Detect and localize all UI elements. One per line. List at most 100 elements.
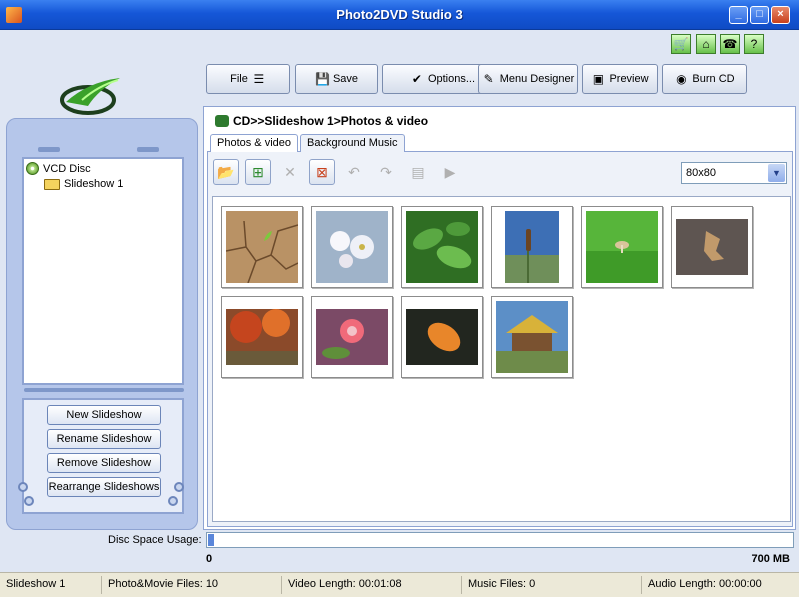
remove-all-button[interactable]: ⊠ xyxy=(309,159,335,185)
add-file-button[interactable]: ⊞ xyxy=(245,159,271,185)
rotate-left-button[interactable]: ↶ xyxy=(341,159,367,185)
list-icon: ☰ xyxy=(253,72,265,86)
photo-thumbnail[interactable] xyxy=(221,296,303,378)
remove-slideshow-button[interactable]: Remove Slideshow xyxy=(47,453,161,473)
photo-white-blossoms xyxy=(316,211,388,283)
tree-disc-label: VCD Disc xyxy=(43,162,91,175)
thumbnail-size-value: 80x80 xyxy=(686,167,716,179)
preview-label: Preview xyxy=(609,73,649,85)
tree-slideshow-label: Slideshow 1 xyxy=(64,178,124,190)
burn-cd-button[interactable]: ◉ Burn CD xyxy=(662,64,747,94)
open-folder-button[interactable]: 📂 xyxy=(213,159,239,185)
file-menu-button[interactable]: File ☰ xyxy=(206,64,290,94)
panel-ornament xyxy=(24,388,184,392)
new-slideshow-button[interactable]: New Slideshow xyxy=(47,405,161,425)
panel-knob xyxy=(168,496,178,506)
panel-knob xyxy=(174,482,184,492)
panel-ornament xyxy=(38,147,60,152)
photo-thumbnail[interactable] xyxy=(221,206,303,288)
help-icon[interactable]: ? xyxy=(744,34,764,54)
disc-usage-bar xyxy=(206,532,794,548)
save-button[interactable]: 💾 Save xyxy=(295,64,378,94)
status-slideshow: Slideshow 1 xyxy=(0,576,102,594)
status-music-files: Music Files: 0 xyxy=(462,576,642,594)
floppy-icon: 💾 xyxy=(314,72,330,86)
status-video-length: Video Length: 00:01:08 xyxy=(282,576,462,594)
burn-label: Burn CD xyxy=(692,73,735,85)
preview-button[interactable]: ▣ Preview xyxy=(582,64,658,94)
maximize-button[interactable]: □ xyxy=(750,6,769,24)
file-label: File xyxy=(230,73,248,85)
panel-ornament xyxy=(137,147,159,152)
home-icon[interactable]: ⌂ xyxy=(696,34,716,54)
photo-green-leaves xyxy=(406,211,478,283)
photo-thumbnail[interactable] xyxy=(311,206,393,288)
cart-icon[interactable]: 🛒 xyxy=(671,34,691,54)
title-bar: Photo2DVD Studio 3 _ □ × xyxy=(0,0,799,30)
add-file-icon: ⊞ xyxy=(252,164,264,180)
photo-thumbnail[interactable] xyxy=(491,296,573,378)
rotate-right-button[interactable]: ↷ xyxy=(373,159,399,185)
photo-thumbnail[interactable] xyxy=(581,206,663,288)
edit-photo-icon: ▤ xyxy=(411,164,425,180)
remove-all-icon: ⊠ xyxy=(316,164,328,180)
slideshow-tree[interactable]: VCD Disc Slideshow 1 xyxy=(22,157,184,385)
photo-orange-leaf xyxy=(406,309,478,365)
thumbnail-size-select[interactable]: 80x80 ▼ xyxy=(681,162,787,184)
photo-autumn-trees xyxy=(226,309,298,365)
photo-thumbnail[interactable] xyxy=(401,296,483,378)
breadcrumb: CD>>Slideshow 1>Photos & video xyxy=(215,114,428,128)
window-title: Photo2DVD Studio 3 xyxy=(336,7,463,22)
panel-knob xyxy=(24,496,34,506)
options-icon: ✔ xyxy=(411,72,422,86)
photo-thumbnail[interactable] xyxy=(491,206,573,288)
delete-button[interactable]: ✕ xyxy=(277,159,303,185)
photo-thumbnail[interactable] xyxy=(311,296,393,378)
close-button[interactable]: × xyxy=(771,6,790,24)
rotate-left-icon: ↶ xyxy=(348,164,360,180)
photo-thumbnail[interactable] xyxy=(671,206,753,288)
tab-background-music[interactable]: Background Music xyxy=(300,134,405,152)
photo-cracked-earth xyxy=(226,211,298,283)
rotate-right-icon: ↷ xyxy=(380,164,392,180)
tree-item-slideshow[interactable]: Slideshow 1 xyxy=(44,178,123,190)
photo-mushroom-grass xyxy=(586,211,658,283)
rename-slideshow-button[interactable]: Rename Slideshow xyxy=(47,429,161,449)
edit-photo-button[interactable]: ▤ xyxy=(405,159,431,185)
folder-icon xyxy=(44,178,60,190)
app-logo xyxy=(60,78,120,115)
disc-usage-min: 0 xyxy=(206,553,213,565)
minimize-button[interactable]: _ xyxy=(729,6,748,24)
open-folder-icon: 📂 xyxy=(217,164,235,180)
delete-icon: ✕ xyxy=(284,164,296,180)
rearrange-slideshows-button[interactable]: Rearrange Slideshows xyxy=(47,477,161,497)
burn-disc-icon: ◉ xyxy=(676,72,687,86)
tree-item-disc[interactable]: VCD Disc xyxy=(26,162,91,175)
status-audio-length: Audio Length: 00:00:00 xyxy=(648,578,762,590)
photo-cattails xyxy=(505,211,559,283)
disc-usage-fill xyxy=(208,534,214,546)
photo-leaf-gravel xyxy=(676,219,748,275)
pointing-hand-icon xyxy=(215,115,229,127)
play-icon: ▶ xyxy=(444,164,456,180)
options-label: Options... xyxy=(427,73,476,85)
breadcrumb-text: CD>>Slideshow 1>Photos & video xyxy=(233,114,429,128)
menu-designer-label: Menu Designer xyxy=(499,73,575,85)
photo-wooden-hut xyxy=(496,301,568,373)
status-file-count: Photo&Movie Files: 10 xyxy=(102,576,282,594)
save-label: Save xyxy=(332,73,359,85)
tab-photos-video[interactable]: Photos & video xyxy=(210,134,298,152)
photo-thumbnail[interactable] xyxy=(401,206,483,288)
disc-usage-label: Disc Space Usage: xyxy=(108,534,202,546)
photo-pink-flower xyxy=(316,309,388,365)
play-button[interactable]: ▶ xyxy=(437,159,463,185)
panel-knob xyxy=(18,482,28,492)
chevron-down-icon: ▼ xyxy=(768,164,785,182)
menu-designer-icon: ✎ xyxy=(483,72,494,86)
cd-icon xyxy=(26,162,39,175)
menu-designer-button[interactable]: ✎ Menu Designer xyxy=(478,64,578,94)
support-icon[interactable]: ☎ xyxy=(720,34,740,54)
preview-icon: ▣ xyxy=(592,72,605,86)
disc-usage-max: 700 MB xyxy=(751,553,790,565)
status-bar: Slideshow 1 Photo&Movie Files: 10 Video … xyxy=(0,572,799,597)
